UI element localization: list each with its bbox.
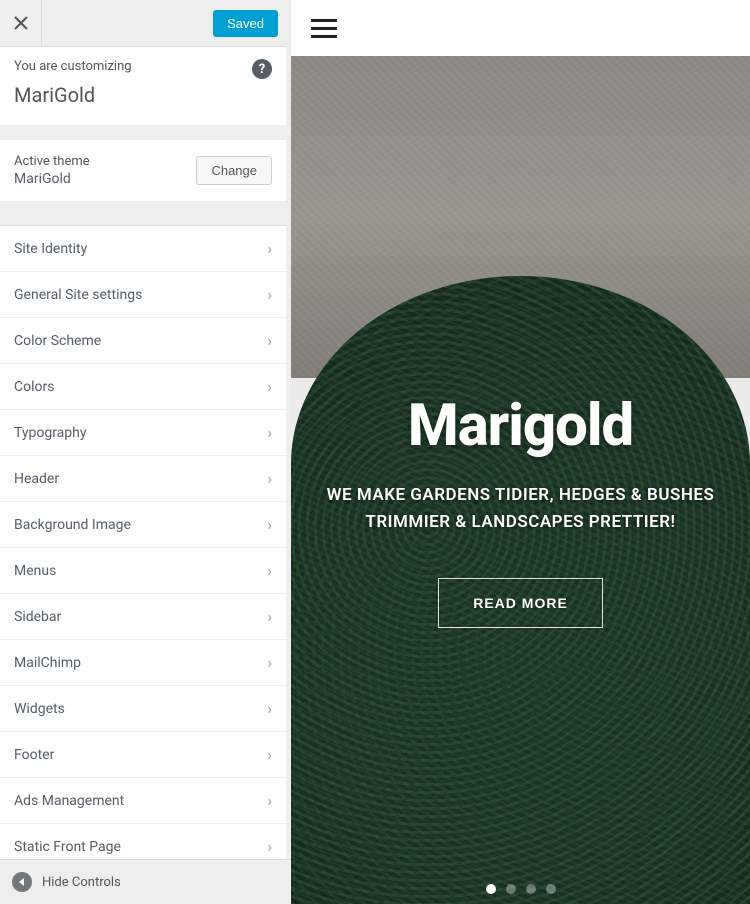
hide-controls-button[interactable]: Hide Controls	[0, 859, 291, 904]
slider-dot-2[interactable]	[506, 884, 516, 894]
active-theme-panel: Active theme MariGold Change	[0, 139, 286, 201]
menu-item-label: Site Identity	[14, 241, 87, 257]
customize-info: You are customizing ? MariGold	[0, 47, 286, 125]
close-icon	[14, 16, 28, 30]
hero-content: Marigold WE MAKE GARDENS TIDIER, HEDGES …	[321, 392, 720, 628]
site-title: MariGold	[14, 83, 272, 107]
read-more-button[interactable]: READ MORE	[438, 578, 603, 628]
change-theme-button[interactable]: Change	[196, 156, 272, 185]
chevron-right-icon: ›	[267, 377, 272, 396]
hero-title: Marigold	[321, 392, 720, 460]
menu-item-color-scheme[interactable]: Color Scheme ›	[0, 318, 286, 364]
hide-controls-label: Hide Controls	[42, 875, 121, 890]
hamburger-icon	[311, 19, 337, 22]
chevron-right-icon: ›	[267, 607, 272, 626]
chevron-right-icon: ›	[267, 653, 272, 672]
menu-item-label: Typography	[14, 425, 86, 441]
customizer-sidebar: Saved You are customizing ? MariGold Act…	[0, 0, 291, 904]
chevron-right-icon: ›	[267, 561, 272, 580]
menu-item-sidebar[interactable]: Sidebar ›	[0, 594, 286, 640]
slider-dot-3[interactable]	[526, 884, 536, 894]
close-button[interactable]	[0, 0, 42, 47]
sidebar-topbar: Saved	[0, 0, 286, 47]
menu-item-label: Color Scheme	[14, 333, 101, 349]
menu-item-label: Footer	[14, 747, 54, 763]
site-header	[291, 0, 750, 56]
menu-item-mailchimp[interactable]: MailChimp ›	[0, 640, 286, 686]
help-icon[interactable]: ?	[252, 59, 272, 79]
menu-item-typography[interactable]: Typography ›	[0, 410, 286, 456]
menu-item-general-site-settings[interactable]: General Site settings ›	[0, 272, 286, 318]
chevron-right-icon: ›	[267, 699, 272, 718]
hamburger-menu-button[interactable]	[311, 14, 337, 43]
chevron-right-icon: ›	[267, 837, 272, 856]
chevron-right-icon: ›	[267, 745, 272, 764]
menu-item-static-front-page[interactable]: Static Front Page ›	[0, 824, 286, 859]
menu-item-footer[interactable]: Footer ›	[0, 732, 286, 778]
slider-dot-1[interactable]	[486, 884, 496, 894]
chevron-right-icon: ›	[267, 515, 272, 534]
hero-section: Marigold WE MAKE GARDENS TIDIER, HEDGES …	[291, 56, 750, 904]
customizing-label: You are customizing	[14, 59, 132, 74]
menu-item-label: Sidebar	[14, 609, 61, 625]
saved-button[interactable]: Saved	[213, 10, 278, 37]
active-theme-label: Active theme	[14, 154, 90, 169]
menu-item-label: General Site settings	[14, 287, 142, 303]
menu-item-label: Header	[14, 471, 59, 487]
sidebar-scroll[interactable]: Saved You are customizing ? MariGold Act…	[0, 0, 286, 859]
customize-menu: Site Identity › General Site settings › Co…	[0, 225, 286, 859]
menu-item-label: MailChimp	[14, 655, 81, 671]
menu-item-widgets[interactable]: Widgets ›	[0, 686, 286, 732]
active-theme-name: MariGold	[14, 171, 90, 187]
menu-item-label: Background Image	[14, 517, 131, 533]
menu-item-site-identity[interactable]: Site Identity ›	[0, 225, 286, 272]
chevron-right-icon: ›	[267, 423, 272, 442]
menu-item-label: Static Front Page	[14, 839, 121, 855]
chevron-right-icon: ›	[267, 239, 272, 258]
menu-item-label: Ads Management	[14, 793, 124, 809]
chevron-right-icon: ›	[267, 285, 272, 304]
menu-item-header[interactable]: Header ›	[0, 456, 286, 502]
slider-dots	[486, 884, 556, 894]
slider-dot-4[interactable]	[546, 884, 556, 894]
menu-item-label: Widgets	[14, 701, 65, 717]
chevron-right-icon: ›	[267, 469, 272, 488]
chevron-right-icon: ›	[267, 331, 272, 350]
hero-subtitle: WE MAKE GARDENS TIDIER, HEDGES & BUSHES …	[321, 482, 720, 536]
menu-item-ads-management[interactable]: Ads Management ›	[0, 778, 286, 824]
preview-pane: Marigold WE MAKE GARDENS TIDIER, HEDGES …	[291, 0, 750, 904]
menu-item-label: Colors	[14, 379, 54, 395]
collapse-icon	[12, 872, 32, 892]
menu-item-background-image[interactable]: Background Image ›	[0, 502, 286, 548]
menu-item-label: Menus	[14, 563, 56, 579]
menu-item-colors[interactable]: Colors ›	[0, 364, 286, 410]
menu-item-menus[interactable]: Menus ›	[0, 548, 286, 594]
chevron-right-icon: ›	[267, 791, 272, 810]
